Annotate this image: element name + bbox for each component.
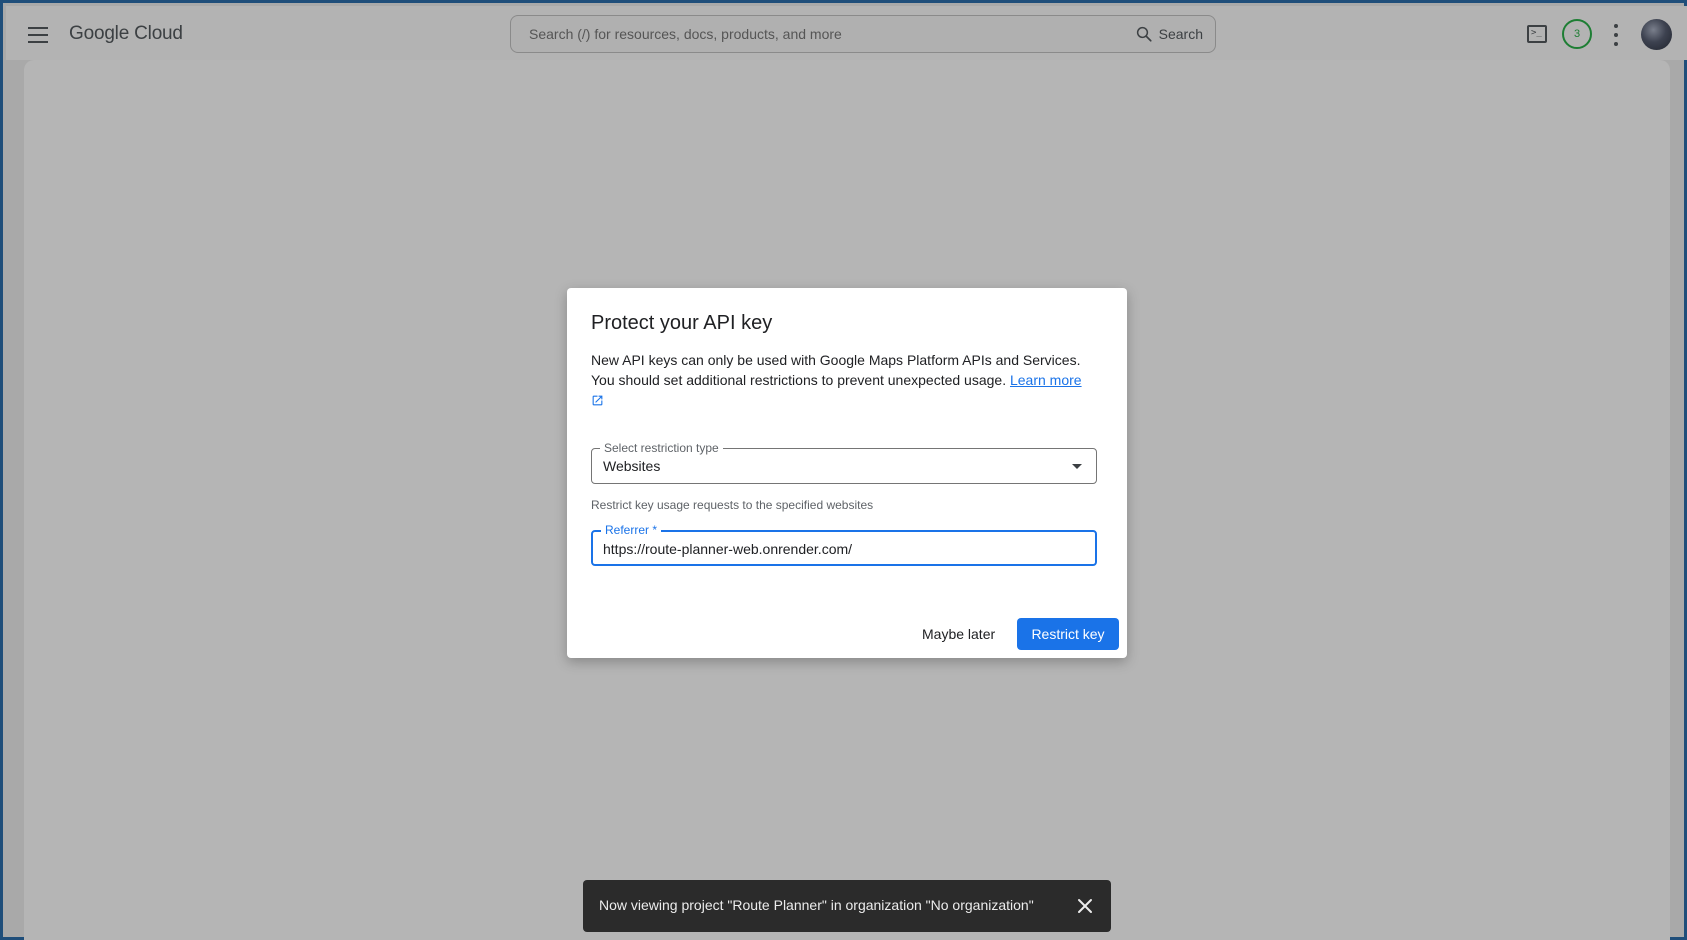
protect-api-key-dialog: Protect your API key New API keys can on… <box>567 288 1127 658</box>
search-input[interactable] <box>511 16 1111 52</box>
app-window: Google Cloud Search >_ 3 Protect your AP… <box>0 0 1687 940</box>
maybe-later-button[interactable]: Maybe later <box>914 618 1003 650</box>
restriction-type-value: Websites <box>603 458 661 474</box>
search-icon <box>1136 26 1152 42</box>
search-bar[interactable]: Search <box>510 15 1216 53</box>
dialog-description: New API keys can only be used with Googl… <box>591 350 1106 410</box>
learn-more-link[interactable]: Learn more <box>1010 372 1082 388</box>
restriction-type-select[interactable]: Select restriction type Websites <box>591 441 1097 484</box>
dialog-description-text: New API keys can only be used with Googl… <box>591 352 1081 388</box>
close-icon[interactable] <box>1073 894 1097 918</box>
google-cloud-logo[interactable]: Google Cloud <box>69 23 183 45</box>
notifications-badge[interactable]: 3 <box>1562 19 1592 49</box>
project-snackbar: Now viewing project "Route Planner" in o… <box>583 880 1111 932</box>
restriction-type-label: Select restriction type <box>600 441 723 455</box>
account-avatar[interactable] <box>1641 19 1672 50</box>
restriction-hint: Restrict key usage requests to the speci… <box>591 498 874 512</box>
search-button[interactable]: Search <box>1135 23 1203 45</box>
snackbar-message: Now viewing project "Route Planner" in o… <box>599 897 1034 913</box>
top-bar: Google Cloud Search >_ 3 <box>6 6 1687 60</box>
dropdown-arrow-icon <box>1072 464 1082 469</box>
referrer-input[interactable] <box>603 539 1083 559</box>
menu-icon[interactable] <box>24 21 52 49</box>
more-options-icon[interactable] <box>1612 24 1620 46</box>
referrer-field[interactable]: Referrer * <box>591 523 1097 566</box>
restrict-key-button[interactable]: Restrict key <box>1017 618 1119 650</box>
cloud-shell-icon[interactable]: >_ <box>1527 25 1547 43</box>
external-link-icon[interactable] <box>591 394 604 407</box>
dialog-title: Protect your API key <box>591 312 773 334</box>
referrer-label: Referrer * <box>601 523 662 537</box>
search-button-label: Search <box>1158 26 1203 42</box>
